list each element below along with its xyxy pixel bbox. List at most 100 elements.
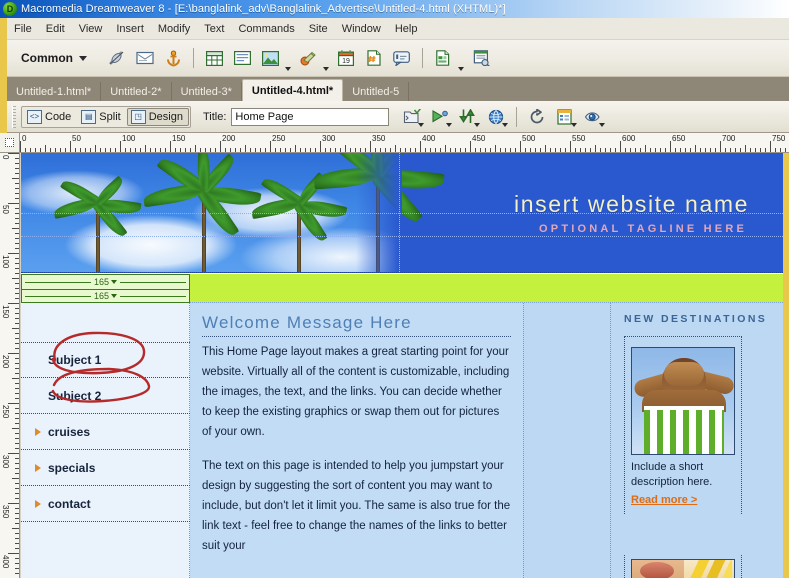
tab-untitled-2[interactable]: Untitled-2*: [101, 82, 172, 101]
ruler-tick: [215, 148, 216, 152]
chevron-down-icon[interactable]: [111, 294, 118, 298]
toolbar-separator: [422, 48, 423, 68]
preview-in-browser-icon[interactable]: [429, 106, 453, 128]
ruler-tick: [15, 193, 19, 194]
ruler-tick: [15, 338, 19, 339]
nav-item-subject-2[interactable]: Subject 2: [21, 378, 190, 414]
email-link-icon[interactable]: [134, 47, 156, 69]
media-icon[interactable]: [297, 47, 319, 69]
ruler-origin-handle[interactable]: [0, 133, 20, 153]
insert-category-dropdown[interactable]: Common: [21, 51, 87, 65]
menu-item-edit[interactable]: Edit: [39, 21, 72, 37]
toolbar-drag-handle[interactable]: [12, 105, 16, 128]
read-more-link[interactable]: Read more >: [631, 494, 697, 506]
secondary-bar[interactable]: 165 165: [21, 274, 783, 303]
ruler-tick: [165, 148, 166, 152]
hyperlink-icon[interactable]: [106, 47, 128, 69]
page-title-input[interactable]: [231, 107, 390, 126]
image-icon[interactable]: [259, 47, 281, 69]
nav-item-contact[interactable]: contact: [21, 486, 190, 522]
named-anchor-icon[interactable]: [162, 47, 184, 69]
ruler-tick: [430, 148, 431, 152]
date-icon[interactable]: 19: [335, 47, 357, 69]
ruler-tick: [65, 148, 66, 152]
nav-item-specials[interactable]: specials: [21, 450, 190, 486]
ruler-tick: [15, 558, 19, 559]
chevron-down-icon[interactable]: [474, 122, 481, 127]
destination-card-1[interactable]: Include a short description here. Read m…: [624, 336, 742, 514]
ruler-tick: [15, 493, 19, 494]
menu-item-view[interactable]: View: [72, 21, 110, 37]
menu-item-file[interactable]: File: [7, 21, 39, 37]
ruler-tick: [675, 148, 676, 152]
menu-item-help[interactable]: Help: [388, 21, 425, 37]
site-name-text[interactable]: insert website name: [514, 191, 749, 218]
ruler-label: 350: [1, 505, 10, 519]
design-view-button[interactable]: ◳ Design: [126, 107, 189, 126]
validate-markup-icon[interactable]: [554, 106, 578, 128]
ruler-tick: [15, 448, 19, 449]
menu-item-modify[interactable]: Modify: [151, 21, 197, 37]
insert-div-tag-icon[interactable]: [231, 47, 253, 69]
welcome-heading: Welcome Message Here: [202, 313, 511, 337]
ruler-tick: [525, 148, 526, 152]
nav-item-subject-1[interactable]: Subject 1: [21, 342, 190, 378]
vertical-ruler[interactable]: 0 50 100 150 200 250 300 350 400: [0, 153, 20, 578]
chevron-down-icon[interactable]: [111, 279, 118, 284]
ruler-tick: [15, 498, 19, 499]
chevron-down-icon[interactable]: [418, 122, 425, 127]
site-tagline-text[interactable]: OPTIONAL TAGLINE HERE: [539, 223, 747, 235]
menu-item-window[interactable]: Window: [335, 21, 388, 37]
chevron-down-icon[interactable]: [502, 122, 509, 127]
tab-untitled-3[interactable]: Untitled-3*: [172, 82, 242, 101]
tab-untitled-5[interactable]: Untitled-5: [343, 82, 410, 101]
column-width-widget[interactable]: 165 165: [21, 274, 190, 303]
ruler-tick: [205, 148, 206, 152]
menu-item-site[interactable]: Site: [302, 21, 335, 37]
column-width-row-2[interactable]: 165: [22, 289, 189, 302]
chevron-down-icon[interactable]: [571, 122, 578, 127]
split-view-icon: ▤: [81, 109, 97, 124]
table-icon[interactable]: [203, 47, 225, 69]
view-options-icon[interactable]: [485, 106, 509, 128]
ruler-label: 200: [1, 355, 10, 369]
site-banner[interactable]: insert website name OPTIONAL TAGLINE HER…: [21, 153, 783, 273]
menu-item-insert[interactable]: Insert: [109, 21, 151, 37]
nav-item-cruises[interactable]: cruises: [21, 414, 190, 450]
ruler-tick: [395, 145, 396, 152]
chevron-down-icon[interactable]: [285, 67, 291, 71]
file-management-icon[interactable]: [401, 106, 425, 128]
chevron-down-icon[interactable]: [458, 67, 464, 71]
chevron-down-icon[interactable]: [323, 67, 329, 71]
tab-untitled-1[interactable]: Untitled-1.html*: [7, 82, 102, 101]
ruler-tick: [620, 141, 621, 152]
refresh-design-view-icon[interactable]: [457, 106, 481, 128]
destination-card-2[interactable]: [624, 555, 742, 578]
ruler-tick: [15, 418, 19, 419]
ruler-tick: [15, 368, 19, 369]
column-width-row-1[interactable]: 165: [22, 275, 189, 288]
horizontal-ruler[interactable]: 0 50 100 150 200 250 300 350 400 450 500 550 600 650 7…: [20, 133, 789, 153]
server-side-include-icon[interactable]: [363, 47, 385, 69]
chevron-down-icon[interactable]: [599, 122, 606, 127]
ruler-tick: [15, 158, 19, 159]
chevron-down-icon[interactable]: [446, 122, 453, 127]
ruler-tick: [670, 141, 671, 152]
comment-icon[interactable]: [391, 47, 413, 69]
nav-list: Subject 1 Subject 2 cruises specials con…: [21, 342, 190, 522]
check-browser-icon[interactable]: [582, 106, 606, 128]
tab-untitled-4[interactable]: Untitled-4.html*: [241, 79, 344, 101]
main-content-column[interactable]: Welcome Message Here This Home Page layo…: [191, 303, 524, 578]
split-view-button[interactable]: ▤ Split: [77, 108, 126, 126]
code-view-button[interactable]: <> Code: [23, 108, 77, 126]
templates-icon[interactable]: [432, 47, 454, 69]
main-paragraph-2: The text on this page is intended to hel…: [202, 460, 511, 552]
menu-item-text[interactable]: Text: [197, 21, 231, 37]
ruler-tick: [235, 148, 236, 152]
ruler-label: 300: [322, 134, 336, 143]
design-view-canvas[interactable]: insert website name OPTIONAL TAGLINE HER…: [21, 153, 789, 578]
tag-chooser-icon[interactable]: [470, 47, 492, 69]
menu-item-commands[interactable]: Commands: [231, 21, 301, 37]
ruler-tick: [95, 145, 96, 152]
refresh-icon[interactable]: [526, 106, 548, 128]
